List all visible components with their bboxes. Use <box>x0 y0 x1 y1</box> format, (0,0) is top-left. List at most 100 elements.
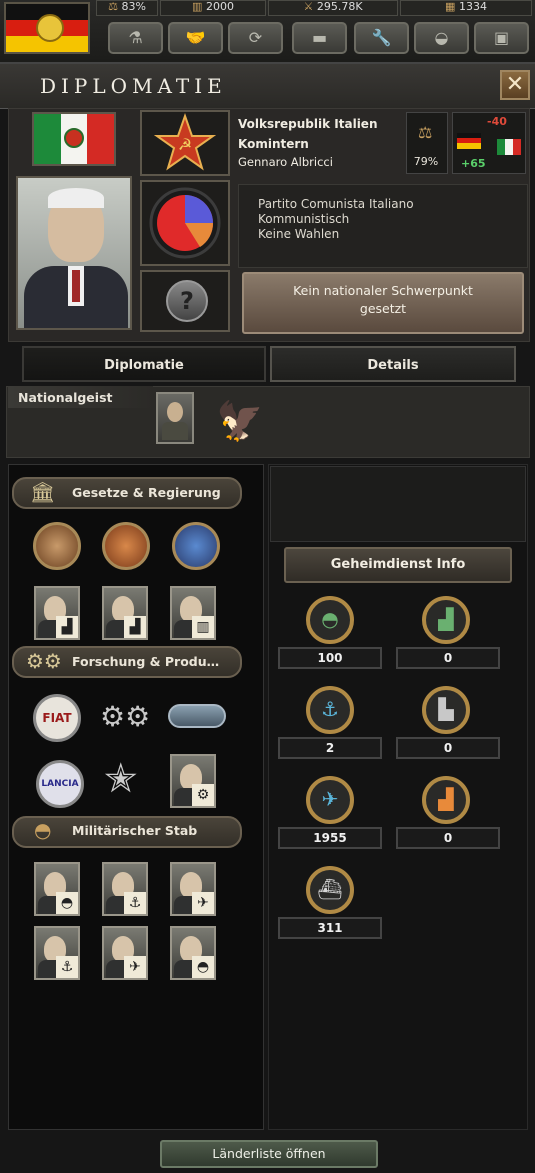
national-focus-label: Kein nationaler Schwerpunkt gesetzt <box>242 282 524 318</box>
plane-icon: ✈ <box>192 892 214 914</box>
stability-percent: 79% <box>413 155 439 168</box>
gear-icon: ⚙ <box>192 784 214 806</box>
plane-icon: ✈ <box>124 956 146 978</box>
helmet-icon: ◒ <box>434 28 449 47</box>
ideology-emblem: ☭ <box>140 110 230 176</box>
construction-button[interactable]: 🔧 <box>354 22 409 54</box>
diplomacy-button[interactable]: 🤝 <box>168 22 223 54</box>
eagle-spirit-icon[interactable]: 🦅 <box>214 396 266 446</box>
pillar-icon: ▥ <box>192 0 203 13</box>
party-elections: Keine Wahlen <box>258 227 340 241</box>
advisor-army-chief[interactable]: ◓ <box>34 862 80 916</box>
resource-stability: ⚖ 83% <box>96 0 158 16</box>
civil-factory-intel-icon: ▟ <box>422 596 470 644</box>
production-button[interactable]: ▬ <box>292 22 347 54</box>
portrait-icon <box>167 402 183 422</box>
logistics-icon: ▣ <box>493 28 510 47</box>
conscription-law-icon[interactable] <box>33 522 81 570</box>
military-factory-intel-icon: ▟ <box>422 776 470 824</box>
advisor-air-commander[interactable]: ✈ <box>102 926 148 980</box>
advisor-army-commander[interactable]: ◓ <box>170 926 216 980</box>
tab-diplomatie[interactable]: Diplomatie <box>22 346 266 382</box>
focus-line-2: gesetzt <box>359 301 407 316</box>
party-name: Partito Comunista Italiano <box>258 197 414 211</box>
close-icon: ✕ <box>505 72 525 97</box>
stability-icon: ⚖ <box>108 0 118 13</box>
star-designer-icon[interactable]: ✭ <box>104 756 138 802</box>
tank-icon: ▬ <box>311 28 328 47</box>
advisor-political-3[interactable]: ▥ <box>170 586 216 640</box>
italy-emblem-icon <box>63 128 84 148</box>
aircraft-designer-icon[interactable] <box>168 704 226 728</box>
manpower-value: 295.78K <box>316 0 363 13</box>
government-building-icon: 🏛 <box>30 480 56 504</box>
advisor-naval-commander[interactable]: ⚓ <box>34 926 80 980</box>
stability-value: 83% <box>121 0 146 13</box>
gears-icon: ⚙⚙ <box>26 649 62 673</box>
country-name: Volksrepublik Italien <box>238 117 378 131</box>
faction-name[interactable]: Komintern <box>238 137 309 151</box>
trade-button[interactable]: ⟳ <box>228 22 283 54</box>
industrial-concern-gears-icon[interactable]: ⚙⚙ <box>100 700 150 733</box>
italy-mini-flag <box>497 139 521 155</box>
air-intel-icon: ✈ <box>306 776 354 824</box>
national-spirit-label: Nationalgeist <box>18 390 113 405</box>
party-popularity[interactable] <box>140 180 230 266</box>
helmet-icon: ◓ <box>56 892 78 914</box>
resource-political-power: ▥ 2000 <box>160 0 266 16</box>
advisor-air-chief[interactable]: ✈ <box>170 862 216 916</box>
economy-law-icon[interactable] <box>172 522 220 570</box>
logistics-button[interactable]: ▣ <box>474 22 529 54</box>
political-power-value: 2000 <box>205 0 234 13</box>
air-intel-value: 1955 <box>278 827 382 849</box>
helmet-icon: ◓ <box>34 818 52 842</box>
question-mark-icon: ? <box>166 280 208 322</box>
recruit-button[interactable]: ◒ <box>414 22 469 54</box>
advisor-theorist[interactable]: ⚙ <box>170 754 216 808</box>
player-flag[interactable] <box>4 2 90 54</box>
advisor-political-2[interactable]: ▟ <box>102 586 148 640</box>
relation-positive: +65 <box>461 157 486 170</box>
tab-details[interactable]: Details <box>270 346 516 382</box>
research-button[interactable]: ⚗ <box>108 22 163 54</box>
convoy-intel-icon: ⛴ <box>306 866 354 914</box>
flask-icon: ⚗ <box>128 28 143 47</box>
intel-info-label: Geheimdienst Info <box>330 557 466 572</box>
focus-line-1: Kein nationaler Schwerpunkt <box>293 283 473 298</box>
navy-intel-value: 2 <box>278 737 382 759</box>
anchor-icon: ⚓ <box>56 956 78 978</box>
dockyard-intel-value: 0 <box>396 737 500 759</box>
building-icon: ▥ <box>192 616 214 638</box>
trade-icon: ⟳ <box>248 28 263 47</box>
window-title: Diplomatie <box>40 74 227 98</box>
relation-negative: -40 <box>487 115 507 128</box>
advisor-political-1[interactable]: ▟ <box>34 586 80 640</box>
fiat-logo[interactable]: FIAT <box>33 694 81 742</box>
helmet-icon: ◓ <box>192 956 214 978</box>
unknown-decision[interactable]: ? <box>140 270 230 332</box>
factory-icon: ▦ <box>445 0 456 13</box>
popularity-pie-chart <box>149 187 221 259</box>
convoy-intel-value: 311 <box>278 917 382 939</box>
lancia-logo[interactable]: LANCIA <box>36 760 84 808</box>
trade-law-icon[interactable] <box>102 522 150 570</box>
military-factory-intel-value: 0 <box>396 827 500 849</box>
factory-icon: ▟ <box>56 616 78 638</box>
factory-icon: ▟ <box>124 616 146 638</box>
factories-value: 1334 <box>458 0 487 13</box>
country-flag[interactable] <box>32 112 116 166</box>
intel-empty-panel <box>270 466 526 542</box>
gdr-emblem-icon <box>36 14 64 42</box>
close-button[interactable]: ✕ <box>500 70 530 100</box>
relations-box[interactable]: -40 +65 <box>452 112 526 174</box>
resource-factories: ▦ 1334 <box>400 0 532 16</box>
advisor-navy-chief[interactable]: ⚓ <box>102 862 148 916</box>
leader-name: Gennaro Albricci <box>238 155 333 169</box>
party-ideology: Kommunistisch <box>258 212 350 226</box>
national-spirit-leader[interactable] <box>156 392 194 444</box>
civil-factory-intel-value: 0 <box>396 647 500 669</box>
gdr-mini-flag <box>457 133 481 149</box>
manpower-icon: ⚔ <box>303 0 314 13</box>
navy-intel-icon: ⚓ <box>306 686 354 734</box>
army-intel-icon: ◓ <box>306 596 354 644</box>
